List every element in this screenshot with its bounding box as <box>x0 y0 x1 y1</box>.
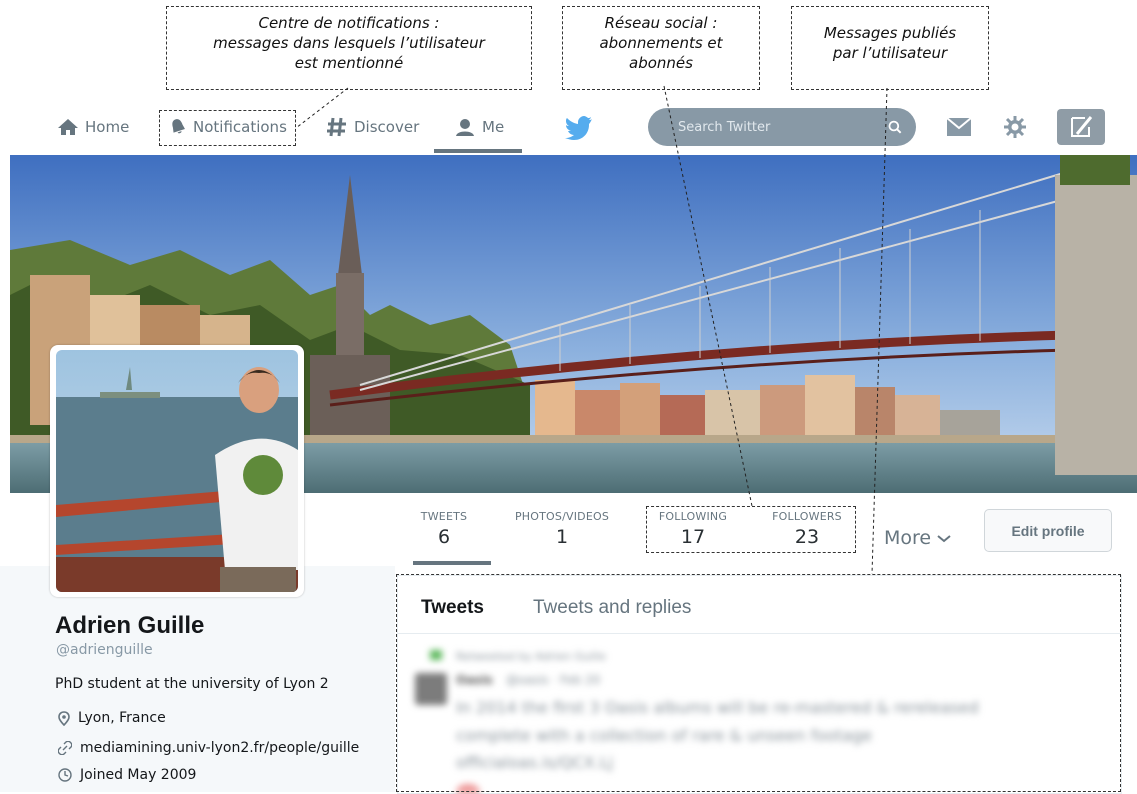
notifications-leader-line <box>295 87 349 129</box>
messages-leader-line <box>871 87 888 575</box>
annotation-leader-lines <box>295 85 888 575</box>
network-leader-line <box>663 85 753 507</box>
